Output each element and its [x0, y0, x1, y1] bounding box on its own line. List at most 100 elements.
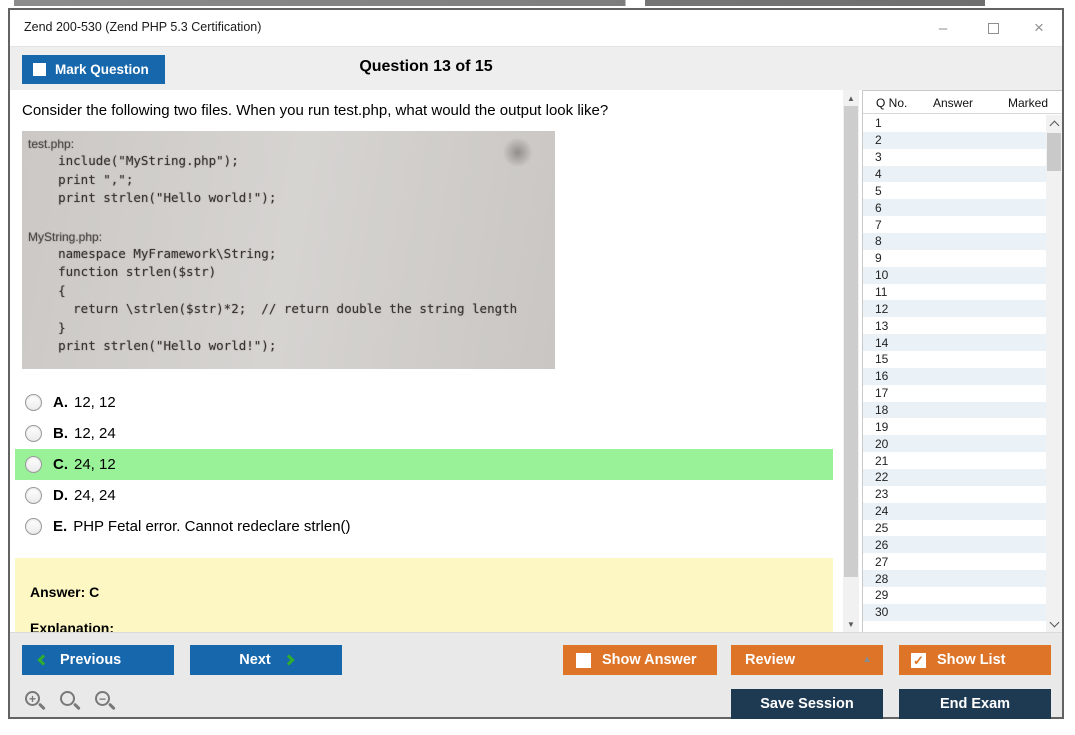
question-row[interactable]: 2 [863, 132, 1046, 149]
question-row[interactable]: 12 [863, 300, 1046, 317]
option-radio[interactable] [25, 425, 42, 442]
show-answer-label: Show Answer [602, 652, 697, 668]
scroll-up-button[interactable]: ▲ [843, 90, 859, 106]
question-row[interactable]: 23 [863, 486, 1046, 503]
show-answer-checkbox[interactable] [576, 653, 591, 668]
question-row[interactable]: 21 [863, 452, 1046, 469]
question-row[interactable]: 19 [863, 418, 1046, 435]
option-text: 24, 24 [74, 487, 116, 504]
question-row[interactable]: 13 [863, 317, 1046, 334]
code-line: namespace MyFramework\String; [28, 245, 555, 264]
question-row[interactable]: 5 [863, 182, 1046, 199]
qno-cell: 5 [875, 184, 932, 198]
question-row[interactable]: 25 [863, 520, 1046, 537]
question-row[interactable]: 10 [863, 267, 1046, 284]
column-header-qno: Q No. [876, 96, 907, 110]
qno-cell: 29 [875, 588, 932, 602]
code-screenshot: test.php: include("MyString.php"); print… [22, 131, 555, 369]
question-list-header: Q No. Answer Marked [863, 91, 1062, 114]
close-button[interactable]: × [1024, 10, 1054, 46]
explanation-heading: Explanation: [30, 620, 114, 632]
zoom-in-button[interactable]: + [25, 691, 47, 713]
end-exam-button[interactable]: End Exam [899, 689, 1051, 719]
question-row[interactable]: 14 [863, 334, 1046, 351]
qno-cell: 2 [875, 133, 932, 147]
column-header-marked: Marked [1008, 96, 1048, 110]
list-scroll-up-button[interactable] [1046, 115, 1062, 131]
zoom-in-handle [38, 703, 45, 710]
option-letter: B. [53, 425, 68, 442]
question-row[interactable]: 8 [863, 233, 1046, 250]
option-radio[interactable] [25, 518, 42, 535]
option-row[interactable]: E. PHP Fetal error. Cannot redeclare str… [15, 511, 833, 542]
show-list-checkbox[interactable]: ✓ [911, 653, 926, 668]
question-row[interactable]: 6 [863, 199, 1046, 216]
question-row[interactable]: 26 [863, 536, 1046, 553]
review-dropdown[interactable]: Review ▲ [731, 645, 883, 675]
question-row[interactable]: 30 [863, 604, 1046, 621]
question-row[interactable]: 20 [863, 435, 1046, 452]
qno-cell: 11 [875, 285, 932, 299]
list-scrollbar-thumb[interactable] [1047, 133, 1061, 171]
code-line: include("MyString.php"); [28, 152, 555, 171]
code-file1-label: test.php: [28, 136, 555, 152]
qno-cell: 30 [875, 605, 932, 619]
code-file2-label: MyString.php: [28, 229, 555, 245]
option-radio[interactable] [25, 456, 42, 473]
option-row[interactable]: C. 24, 12 [15, 449, 833, 480]
bottom-toolbar: Previous Next Show Answer Review ▲ ✓ Sho… [10, 632, 1062, 717]
question-counter: Question 13 of 15 [10, 58, 842, 76]
code-line: function strlen($str) [28, 263, 555, 282]
scroll-down-icon: ▼ [847, 620, 855, 629]
option-row[interactable]: B. 12, 24 [15, 418, 833, 449]
qno-cell: 17 [875, 386, 932, 400]
code-line: print strlen("Hello world!"); [28, 337, 555, 356]
option-radio[interactable] [25, 394, 42, 411]
list-scroll-down-button[interactable] [1046, 616, 1062, 632]
question-row[interactable]: 11 [863, 284, 1046, 301]
previous-button[interactable]: Previous [22, 645, 174, 675]
option-letter: A. [53, 394, 68, 411]
save-session-button[interactable]: Save Session [731, 689, 883, 719]
question-list-scrollbar[interactable] [1046, 115, 1062, 632]
question-row[interactable]: 22 [863, 469, 1046, 486]
question-row[interactable]: 3 [863, 149, 1046, 166]
question-row[interactable]: 27 [863, 553, 1046, 570]
option-row[interactable]: A. 12, 12 [15, 387, 833, 418]
zoom-out-button[interactable]: − [95, 691, 117, 713]
option-radio[interactable] [25, 487, 42, 504]
question-row[interactable]: 24 [863, 503, 1046, 520]
next-label: Next [239, 652, 270, 668]
question-row[interactable]: 29 [863, 587, 1046, 604]
question-row[interactable]: 16 [863, 368, 1046, 385]
zoom-reset-button[interactable] [60, 691, 82, 713]
question-row[interactable]: 1 [863, 115, 1046, 132]
question-row[interactable]: 9 [863, 250, 1046, 267]
scroll-up-icon: ▲ [847, 94, 855, 103]
question-row[interactable]: 17 [863, 385, 1046, 402]
window-title: Zend 200-530 (Zend PHP 5.3 Certification… [24, 20, 261, 34]
maximize-button[interactable] [978, 10, 1008, 46]
chevron-left-icon [37, 654, 48, 665]
qno-cell: 18 [875, 403, 932, 417]
next-button[interactable]: Next [190, 645, 342, 675]
qno-cell: 23 [875, 487, 932, 501]
question-row[interactable]: 28 [863, 570, 1046, 587]
code-line: { [28, 282, 555, 301]
show-list-button[interactable]: ✓ Show List [899, 645, 1051, 675]
question-row[interactable]: 7 [863, 216, 1046, 233]
option-row[interactable]: D. 24, 24 [15, 480, 833, 511]
main-scrollbar[interactable]: ▲ ▼ [843, 90, 859, 632]
question-row[interactable]: 18 [863, 402, 1046, 419]
question-row[interactable]: 15 [863, 351, 1046, 368]
code-file2-lines: namespace MyFramework\String; function s… [28, 245, 555, 356]
qno-cell: 25 [875, 521, 932, 535]
show-answer-button[interactable]: Show Answer [563, 645, 717, 675]
main-scrollbar-thumb[interactable] [844, 106, 858, 577]
minimize-button[interactable]: – [928, 10, 958, 46]
scroll-down-button[interactable]: ▼ [843, 616, 859, 632]
qno-cell: 9 [875, 251, 932, 265]
qno-cell: 26 [875, 538, 932, 552]
zoom-reset-handle [73, 703, 80, 710]
question-row[interactable]: 4 [863, 166, 1046, 183]
